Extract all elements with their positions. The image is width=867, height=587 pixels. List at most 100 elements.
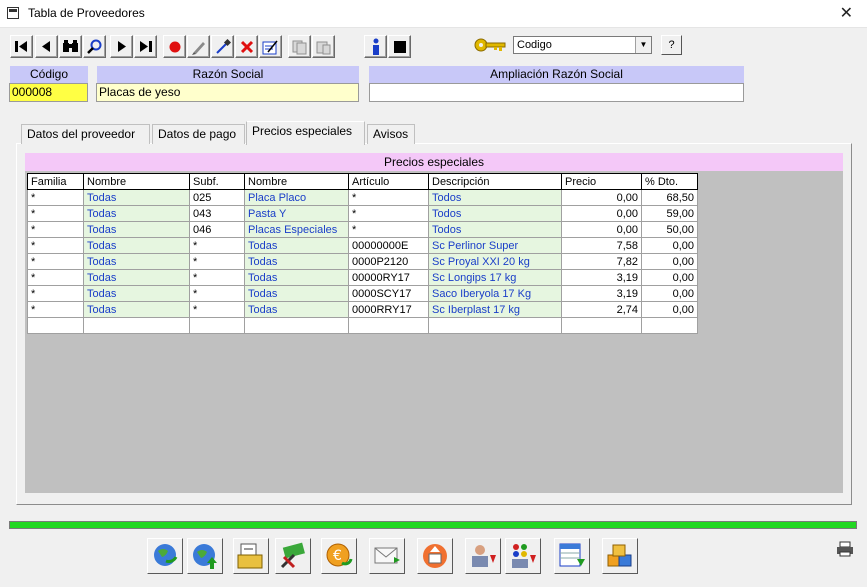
table-cell[interactable]: 59,00 xyxy=(641,205,698,222)
print-button[interactable] xyxy=(835,540,855,558)
table-cell[interactable] xyxy=(561,317,642,334)
table-cell[interactable]: * xyxy=(189,269,245,286)
euro-refresh-button[interactable]: € xyxy=(321,538,357,574)
table-cell[interactable]: 0,00 xyxy=(641,237,698,254)
user-grid-button[interactable] xyxy=(505,538,541,574)
table-cell[interactable]: * xyxy=(27,301,84,318)
table-cell[interactable]: 0,00 xyxy=(561,221,642,238)
table-cell[interactable] xyxy=(83,317,190,334)
table-cell[interactable]: * xyxy=(348,221,429,238)
table-cell[interactable]: Todas xyxy=(244,269,349,286)
tab-datos-proveedor[interactable]: Datos del proveedor xyxy=(21,124,150,144)
table-cell[interactable]: Todas xyxy=(244,285,349,302)
table-cell[interactable]: * xyxy=(27,269,84,286)
last-record-button[interactable] xyxy=(134,35,157,58)
first-record-button[interactable] xyxy=(10,35,33,58)
copy-button[interactable] xyxy=(288,35,311,58)
chevron-down-icon[interactable]: ▼ xyxy=(635,37,651,53)
table-cell[interactable]: * xyxy=(27,237,84,254)
table-cell[interactable] xyxy=(189,317,245,334)
tab-avisos[interactable]: Avisos xyxy=(367,124,415,144)
table-cell[interactable] xyxy=(27,317,84,334)
table-cell[interactable]: Todas xyxy=(83,301,190,318)
table-cell[interactable]: 0,00 xyxy=(561,189,642,206)
table-cell[interactable]: * xyxy=(189,253,245,270)
next-record-button[interactable] xyxy=(110,35,133,58)
table-cell[interactable]: Todas xyxy=(83,221,190,238)
previous-record-button[interactable] xyxy=(35,35,58,58)
table-cell[interactable]: * xyxy=(27,205,84,222)
table-cell[interactable]: Sc Longips 17 kg xyxy=(428,269,562,286)
razon-social-field[interactable]: Placas de yeso xyxy=(96,83,359,102)
table-cell[interactable]: Todas xyxy=(83,205,190,222)
delete-button[interactable] xyxy=(235,35,258,58)
close-button[interactable]: ✕ xyxy=(840,3,853,23)
folder-document-button[interactable] xyxy=(233,538,269,574)
table-cell[interactable]: 50,00 xyxy=(641,221,698,238)
table-row[interactable]: * Todas 043 Pasta Y * Todos 0,00 59,00 xyxy=(27,205,698,222)
codigo-field[interactable]: 000008 xyxy=(9,83,88,102)
search-button[interactable] xyxy=(83,35,106,58)
col-header-nombre-subfamilia[interactable]: Nombre xyxy=(244,173,349,190)
table-cell[interactable]: 043 xyxy=(189,205,245,222)
sheet-export-button[interactable] xyxy=(554,538,590,574)
col-header-descripcion[interactable]: Descripción xyxy=(428,173,562,190)
table-cell[interactable]: 025 xyxy=(189,189,245,206)
table-row[interactable]: * Todas * Todas 0000P2120 Sc Proyal XXI 20 kg… xyxy=(27,253,698,270)
precios-table[interactable]: Familia Nombre Subf. Nombre Artículo Des… xyxy=(27,173,698,334)
search-field-select[interactable]: Codigo ▼ xyxy=(513,36,652,54)
table-cell[interactable]: Pasta Y xyxy=(244,205,349,222)
stop-button[interactable] xyxy=(388,35,411,58)
tab-datos-pago[interactable]: Datos de pago xyxy=(152,124,245,144)
mail-send-button[interactable] xyxy=(369,538,405,574)
table-cell[interactable]: 0000SCY17 xyxy=(348,285,429,302)
table-cell[interactable]: Todas xyxy=(244,301,349,318)
table-row[interactable]: * Todas 025 Placa Placo * Todos 0,00 68,50 xyxy=(27,189,698,206)
tab-precios-especiales[interactable]: Precios especiales xyxy=(246,121,365,145)
table-cell[interactable]: Todos xyxy=(428,205,562,222)
table-row[interactable]: * Todas * Todas 00000000E Sc Perlinor Super 7,… xyxy=(27,237,698,254)
table-row[interactable]: * Todas * Todas 0000RRY17 Sc Iberplast 17 kg 2… xyxy=(27,301,698,318)
table-cell[interactable]: Sc Iberplast 17 kg xyxy=(428,301,562,318)
table-cell[interactable]: Sc Perlinor Super xyxy=(428,237,562,254)
globe-refresh-button[interactable] xyxy=(147,538,183,574)
table-cell[interactable] xyxy=(428,317,562,334)
table-cell[interactable]: 3,19 xyxy=(561,285,642,302)
user-down-button[interactable] xyxy=(465,538,501,574)
table-cell[interactable] xyxy=(244,317,349,334)
col-header-dto[interactable]: % Dto. xyxy=(641,173,698,190)
table-cell[interactable]: 0,00 xyxy=(641,253,698,270)
money-tools-button[interactable] xyxy=(275,538,311,574)
new-record-button[interactable] xyxy=(163,35,186,58)
table-cell[interactable]: Todas xyxy=(83,189,190,206)
form-button[interactable] xyxy=(259,35,282,58)
table-cell[interactable]: * xyxy=(27,253,84,270)
table-cell[interactable]: 7,58 xyxy=(561,237,642,254)
table-cell[interactable]: Todas xyxy=(244,237,349,254)
table-cell[interactable]: Todas xyxy=(83,237,190,254)
info-button[interactable] xyxy=(364,35,387,58)
table-cell[interactable]: Placas Especiales xyxy=(244,221,349,238)
table-cell[interactable]: Todos xyxy=(428,189,562,206)
table-cell[interactable]: * xyxy=(348,205,429,222)
pick-button[interactable] xyxy=(211,35,234,58)
boxes-button[interactable] xyxy=(602,538,638,574)
table-cell[interactable]: 3,19 xyxy=(561,269,642,286)
table-cell[interactable]: * xyxy=(189,237,245,254)
table-cell[interactable]: 0000P2120 xyxy=(348,253,429,270)
table-cell[interactable]: 0,00 xyxy=(641,285,698,302)
table-cell[interactable]: Todas xyxy=(83,269,190,286)
table-cell[interactable]: * xyxy=(189,301,245,318)
paste-button[interactable] xyxy=(312,35,335,58)
table-cell[interactable]: Placa Placo xyxy=(244,189,349,206)
table-cell[interactable]: 0000RRY17 xyxy=(348,301,429,318)
globe-upload-button[interactable] xyxy=(187,538,223,574)
table-cell[interactable]: * xyxy=(189,285,245,302)
table-cell[interactable]: Saco Iberyola 17 Kg xyxy=(428,285,562,302)
ampliacion-field[interactable] xyxy=(369,83,744,102)
table-cell[interactable]: 2,74 xyxy=(561,301,642,318)
col-header-familia[interactable]: Familia xyxy=(27,173,84,190)
table-cell[interactable]: Todas xyxy=(83,285,190,302)
table-cell[interactable]: * xyxy=(27,221,84,238)
table-row[interactable]: * Todas 046 Placas Especiales * Todos 0,00 50,0… xyxy=(27,221,698,238)
